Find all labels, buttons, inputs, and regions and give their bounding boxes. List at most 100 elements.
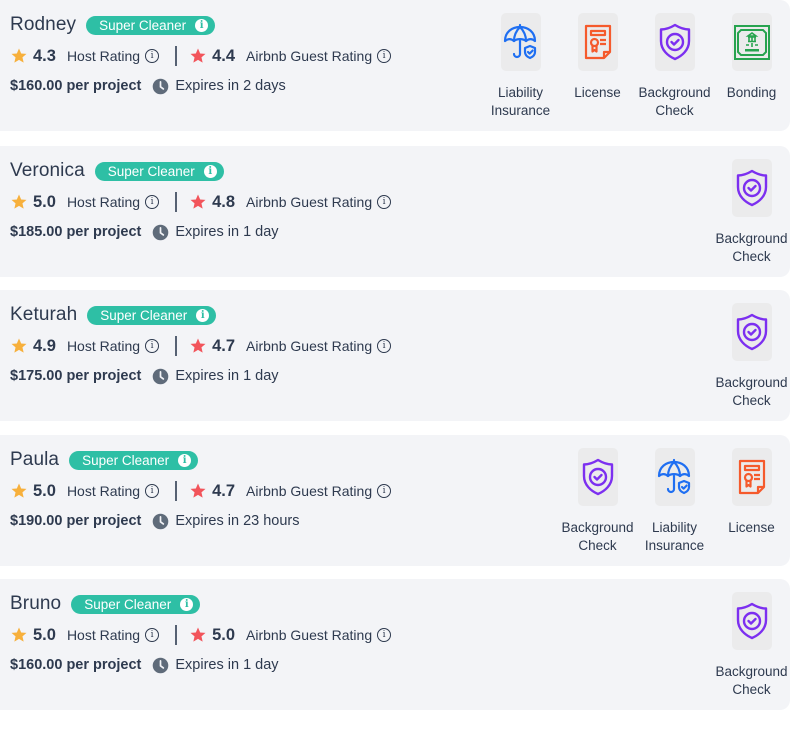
guest-rating-label: Airbnb Guest Rating	[246, 338, 373, 354]
badge-label: Super Cleaner	[99, 17, 187, 33]
badge-label: Super Cleaner	[82, 452, 170, 468]
qualifications: Background Check	[713, 159, 790, 266]
badge-info-icon[interactable]: i	[196, 308, 210, 322]
qualification-background[interactable]: Background Check	[713, 159, 790, 266]
price: $185.00 per project	[10, 224, 142, 240]
rating-divider	[175, 46, 178, 66]
guest-rating-info-icon[interactable]: i	[377, 484, 392, 498]
price: $160.00 per project	[10, 78, 142, 94]
qualification-label: Background Check	[707, 230, 797, 266]
umbrella-shield-icon	[500, 13, 541, 71]
qualification-label: Background Check	[707, 374, 797, 410]
badge-info-icon[interactable]: i	[178, 453, 192, 467]
cleaner-name[interactable]: Rodney	[10, 14, 76, 36]
rating-divider	[175, 336, 178, 356]
super-cleaner-badge: Super Cleaner i	[94, 161, 224, 181]
rating-divider	[175, 481, 178, 501]
expiration: Expires in 1 day	[175, 224, 279, 240]
host-rating-value: 5.0	[33, 481, 56, 500]
certificate-icon	[731, 448, 772, 506]
host-star-icon	[11, 627, 27, 642]
guest-star-icon	[190, 627, 206, 642]
guest-rating-value: 5.0	[212, 625, 236, 644]
qualification-background[interactable]: Background Check	[713, 592, 790, 699]
clock-icon	[153, 78, 169, 94]
qualification-bonding[interactable]: Bonding	[713, 13, 790, 120]
cleaner-card-veronica[interactable]: Veronica Super Cleaner i 5.0 Host Rating…	[0, 146, 790, 277]
host-rating-info-icon[interactable]: i	[145, 49, 160, 63]
host-rating-label: Host Rating	[66, 194, 141, 210]
host-star-icon	[11, 48, 27, 63]
price: $190.00 per project	[10, 513, 142, 529]
price: $175.00 per project	[10, 368, 142, 384]
guest-rating-info-icon[interactable]: i	[377, 628, 392, 642]
cleaner-card-rodney[interactable]: Rodney Super Cleaner i 4.3 Host Rating i…	[0, 0, 790, 131]
host-rating-label: Host Rating	[66, 627, 141, 643]
shield-check-icon	[731, 592, 772, 650]
host-rating-info-icon[interactable]: i	[145, 339, 160, 353]
badge-info-icon[interactable]: i	[203, 164, 217, 178]
shield-check-icon	[731, 159, 772, 217]
qualification-label-line2: Insurance	[490, 103, 551, 118]
host-star-icon	[11, 338, 27, 353]
qualification-label-line1: Background	[715, 231, 788, 246]
price: $160.00 per project	[10, 657, 142, 673]
expiration: Expires in 1 day	[175, 657, 279, 673]
host-rating-info-icon[interactable]: i	[145, 628, 160, 642]
qualification-label-line1: Background	[715, 375, 788, 390]
host-rating-value: 4.3	[33, 46, 56, 65]
cleaner-name[interactable]: Veronica	[10, 160, 85, 182]
badge-info-icon[interactable]: i	[180, 597, 194, 611]
cleaner-name[interactable]: Bruno	[10, 593, 61, 615]
shield-check-icon	[577, 448, 618, 506]
host-star-icon	[11, 194, 27, 209]
guest-rating-label: Airbnb Guest Rating	[246, 48, 373, 64]
guest-rating-value: 4.7	[212, 336, 236, 355]
super-cleaner-badge: Super Cleaner i	[86, 15, 216, 35]
qualification-liability[interactable]: Liability Insurance	[482, 13, 559, 120]
cleaner-name[interactable]: Paula	[10, 449, 59, 471]
qualification-license[interactable]: License	[559, 13, 636, 120]
badge-info-icon[interactable]: i	[195, 18, 209, 32]
qualification-label-line2: Check	[732, 393, 771, 408]
guest-rating-info-icon[interactable]: i	[377, 339, 392, 353]
qualification-label-line2: Check	[732, 249, 771, 264]
bond-certificate-icon	[731, 13, 772, 71]
qualification-label-line2: Check	[732, 682, 771, 697]
badge-label: Super Cleaner	[100, 307, 188, 323]
guest-star-icon	[190, 48, 206, 63]
host-rating-value: 4.9	[33, 336, 56, 355]
qualification-label-line2: Check	[655, 103, 694, 118]
qualification-license[interactable]: License	[713, 448, 790, 555]
qualification-label-line1: Bonding	[726, 85, 777, 100]
qualification-background[interactable]: Background Check	[559, 448, 636, 555]
host-star-icon	[11, 483, 27, 498]
qualification-label: Background Check	[707, 663, 797, 699]
guest-rating-label: Airbnb Guest Rating	[246, 483, 373, 499]
qualification-label: License	[707, 519, 797, 537]
clock-icon	[153, 657, 169, 673]
guest-rating-info-icon[interactable]: i	[377, 195, 392, 209]
host-rating-info-icon[interactable]: i	[145, 484, 160, 498]
host-rating-label: Host Rating	[66, 338, 141, 354]
qualification-background[interactable]: Background Check	[713, 303, 790, 410]
cleaner-card-paula[interactable]: Paula Super Cleaner i 5.0 Host Rating i …	[0, 435, 790, 566]
cleaner-name[interactable]: Keturah	[10, 304, 77, 326]
clock-icon	[153, 368, 169, 384]
cleaner-card-keturah[interactable]: Keturah Super Cleaner i 4.9 Host Rating …	[0, 290, 790, 421]
guest-star-icon	[190, 194, 206, 209]
guest-star-icon	[190, 338, 206, 353]
guest-rating-label: Airbnb Guest Rating	[246, 194, 373, 210]
qualification-liability[interactable]: Liability Insurance	[636, 448, 713, 555]
qualification-label: Bonding	[707, 84, 797, 102]
guest-rating-label: Airbnb Guest Rating	[246, 627, 373, 643]
host-rating-label: Host Rating	[66, 483, 141, 499]
shield-check-icon	[654, 13, 695, 71]
qualification-background[interactable]: Background Check	[636, 13, 713, 120]
host-rating-value: 5.0	[33, 192, 56, 211]
super-cleaner-badge: Super Cleaner i	[71, 594, 201, 614]
qualifications: Background Check	[713, 303, 790, 410]
cleaner-card-bruno[interactable]: Bruno Super Cleaner i 5.0 Host Rating i …	[0, 579, 790, 710]
guest-rating-info-icon[interactable]: i	[377, 49, 392, 63]
host-rating-info-icon[interactable]: i	[145, 195, 160, 209]
